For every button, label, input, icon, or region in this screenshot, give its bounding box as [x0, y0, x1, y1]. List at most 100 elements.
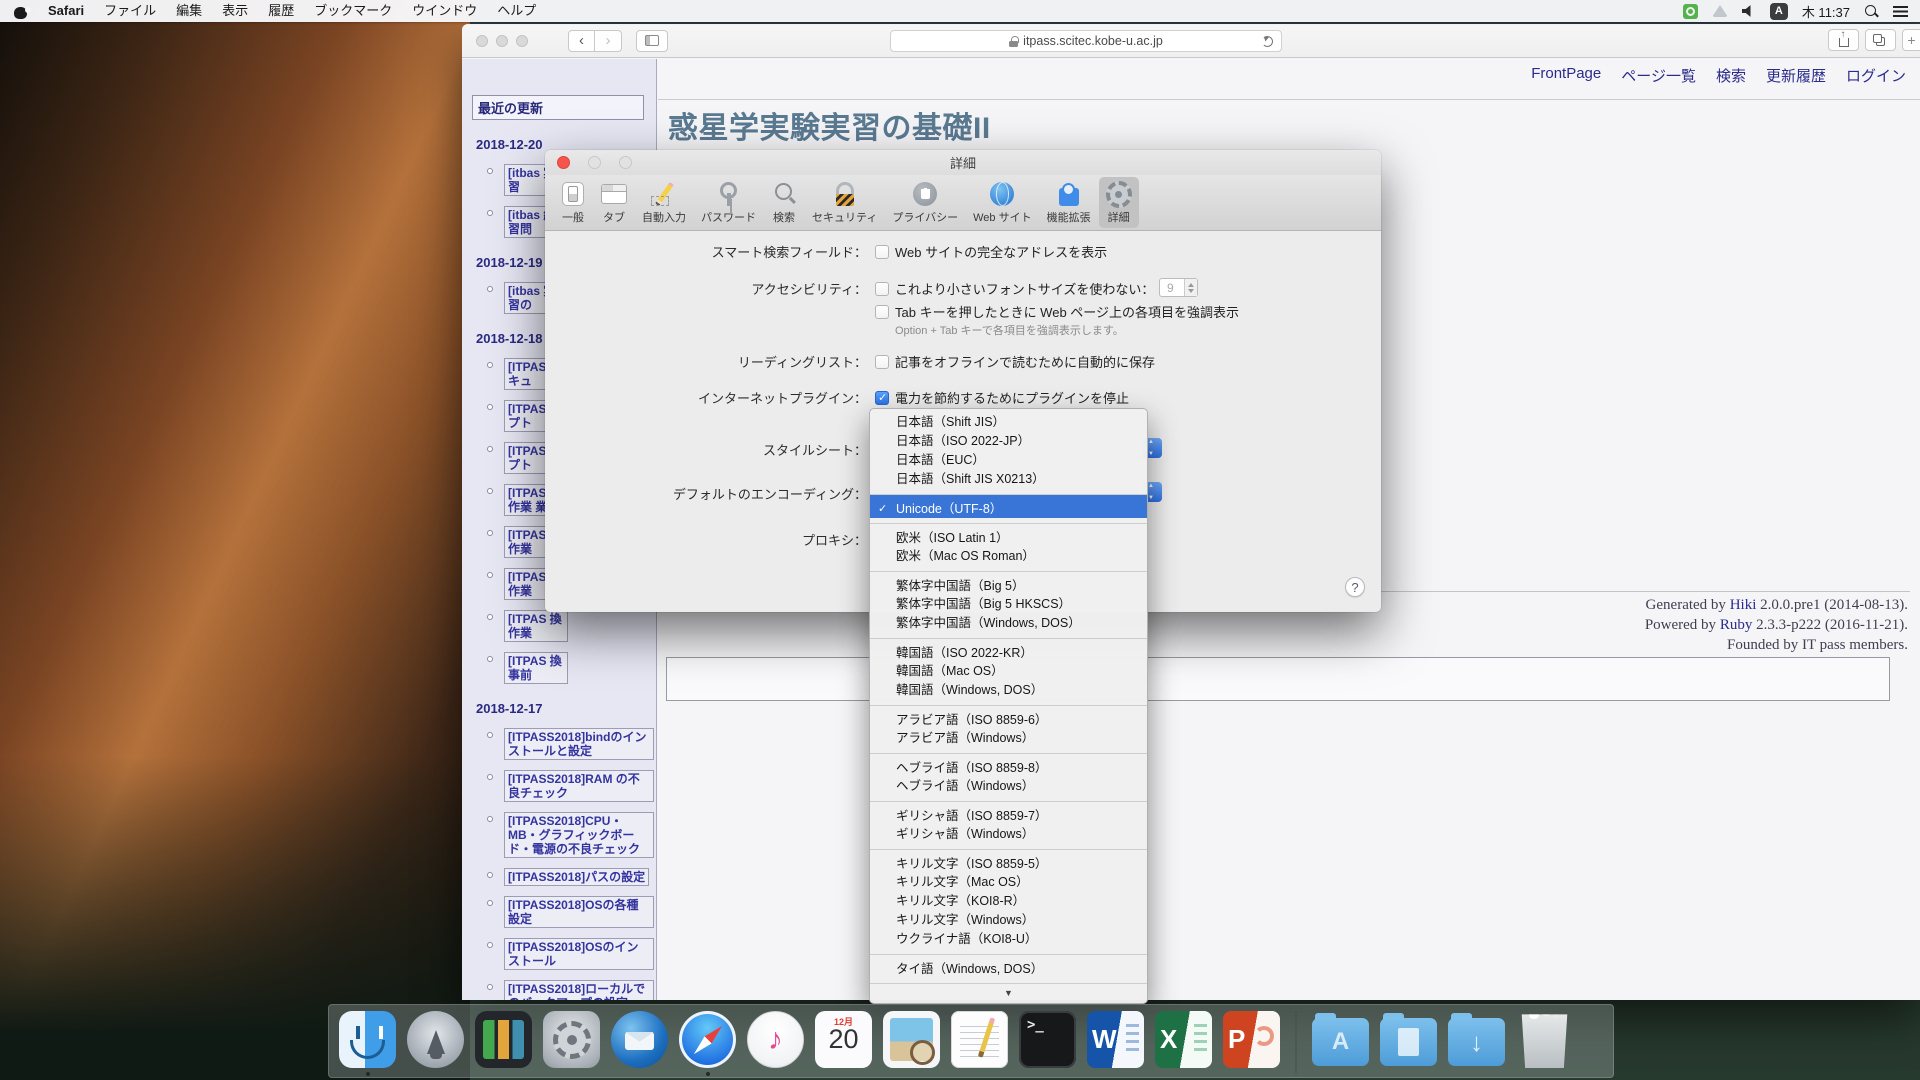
- encoding-menu-item[interactable]: ギリシャ語（ISO 8859-7）: [870, 801, 1147, 825]
- media-panels-app-dock-icon[interactable]: [475, 1011, 532, 1068]
- sidebar-entry[interactable]: [ITPASS2018]CPU・MB・グラフィックボード・電源の不良チェック: [504, 812, 654, 858]
- page-nav-link[interactable]: FrontPage: [1531, 65, 1601, 86]
- pref-tab-extensions[interactable]: 機能拡張: [1040, 177, 1098, 228]
- smart-search-checkbox[interactable]: [875, 245, 889, 259]
- sidebar-entry[interactable]: [ITPASS2018]パスの設定: [504, 868, 654, 886]
- encoding-menu-item[interactable]: 欧米（Mac OS Roman）: [870, 547, 1147, 566]
- sidebar-entry[interactable]: [ITPAS 換作業: [504, 610, 654, 642]
- itunes-dock-icon[interactable]: [747, 1011, 804, 1068]
- encoding-menu-item[interactable]: 繁体字中国語（Big 5）: [870, 571, 1147, 595]
- menu-bar-item[interactable]: 編集: [166, 0, 212, 22]
- encoding-menu-item[interactable]: 繁体字中国語（Windows, DOS）: [870, 614, 1147, 633]
- sidebar-entry[interactable]: [ITPAS 換事前: [504, 652, 654, 684]
- dialog-zoom-button[interactable]: [619, 156, 632, 169]
- wifi-icon[interactable]: [1712, 5, 1728, 17]
- encoding-menu-item[interactable]: Unicode（UTF-8）: [870, 494, 1147, 518]
- pref-tab-general[interactable]: 一般: [553, 177, 593, 228]
- tab-highlight-checkbox[interactable]: [875, 305, 889, 319]
- finder-dock-icon[interactable]: [339, 1011, 396, 1068]
- sidebar-entry[interactable]: [ITPASS2018]RAM の不良チェック: [504, 770, 654, 802]
- new-tab-button[interactable]: +: [1902, 29, 1920, 51]
- pref-tab-websites[interactable]: Web サイト: [966, 177, 1038, 228]
- applications-folder-dock-icon[interactable]: [1312, 1018, 1369, 1066]
- terminal-dock-icon[interactable]: [1019, 1011, 1076, 1068]
- menu-bar-item[interactable]: 表示: [212, 0, 258, 22]
- green-status-icon[interactable]: [1683, 4, 1698, 19]
- encoding-menu-item[interactable]: キリル文字（ISO 8859-5）: [870, 849, 1147, 873]
- system-preferences-dock-icon[interactable]: [543, 1011, 600, 1068]
- window-close-button[interactable]: [476, 35, 488, 47]
- notification-center-icon[interactable]: [1893, 6, 1908, 17]
- encoding-menu-item[interactable]: 欧米（ISO Latin 1）: [870, 523, 1147, 547]
- sidebar-entry[interactable]: [ITPASS2018]bindのインストールと設定: [504, 728, 654, 760]
- encoding-menu-item[interactable]: アラビア語（ISO 8859-6）: [870, 705, 1147, 729]
- menu-bar-clock[interactable]: 木 11:37: [1802, 2, 1850, 21]
- dialog-close-button[interactable]: [557, 156, 570, 169]
- encoding-menu-item[interactable]: ヘブライ語（Windows）: [870, 777, 1147, 796]
- window-minimize-button[interactable]: [496, 35, 508, 47]
- pref-tab-passwords[interactable]: パスワード: [694, 177, 763, 228]
- apple-menu-icon[interactable]: [14, 4, 28, 19]
- page-nav-link[interactable]: ページ一覧: [1621, 65, 1696, 86]
- menu-bar-item[interactable]: ブックマーク: [304, 0, 402, 22]
- pref-tab-autofill[interactable]: 自動入力: [635, 177, 693, 228]
- page-nav-link[interactable]: ログイン: [1846, 65, 1906, 86]
- menu-bar-item[interactable]: Safari: [38, 0, 94, 22]
- safari-dock-icon[interactable]: [679, 1011, 736, 1068]
- hiki-link[interactable]: Hiki: [1730, 597, 1757, 613]
- preview-dock-icon[interactable]: [883, 1011, 940, 1068]
- encoding-menu-item[interactable]: ヘブライ語（ISO 8859-8）: [870, 753, 1147, 777]
- sidebar-button[interactable]: [636, 30, 668, 52]
- encoding-menu-item[interactable]: 繁体字中国語（Big 5 HKSCS）: [870, 595, 1147, 614]
- pref-tab-security[interactable]: セキュリティ: [805, 177, 884, 228]
- word-dock-icon[interactable]: W: [1087, 1011, 1144, 1068]
- pref-tab-advanced[interactable]: 詳細: [1099, 177, 1139, 228]
- menu-bar-item[interactable]: ファイル: [94, 0, 166, 22]
- encoding-menu-item[interactable]: キリル文字（Mac OS）: [870, 873, 1147, 892]
- sidebar-entry[interactable]: [ITPASS2018]ローカルでのバックアップの設定: [504, 980, 654, 1000]
- page-nav-link[interactable]: 更新履歴: [1766, 65, 1826, 86]
- encoding-menu-item[interactable]: アラビア語（Windows）: [870, 729, 1147, 748]
- ruby-link[interactable]: Ruby: [1720, 617, 1753, 633]
- sidebar-entry[interactable]: [ITPASS2018]OSの各種設定: [504, 896, 654, 928]
- forward-button[interactable]: ›: [595, 30, 622, 52]
- menu-scroll-down-icon[interactable]: ▼: [870, 983, 1147, 999]
- window-zoom-button[interactable]: [516, 35, 528, 47]
- textedit-dock-icon[interactable]: [951, 1011, 1008, 1068]
- encoding-menu-item[interactable]: ウクライナ語（KOI8-U）: [870, 930, 1147, 949]
- encoding-menu-item[interactable]: 韓国語（Mac OS）: [870, 662, 1147, 681]
- pref-tab-search[interactable]: 検索: [764, 177, 804, 228]
- share-button[interactable]: [1828, 29, 1859, 51]
- trash-dock-icon[interactable]: [1516, 1011, 1573, 1068]
- calendar-dock-icon[interactable]: 12月 20: [815, 1011, 872, 1068]
- encoding-menu-item[interactable]: 日本語（EUC）: [870, 451, 1147, 470]
- encoding-menu-item[interactable]: ギリシャ語（Windows）: [870, 825, 1147, 844]
- menu-bar-item[interactable]: ウインドウ: [402, 0, 487, 22]
- encoding-menu-item[interactable]: 韓国語（Windows, DOS）: [870, 681, 1147, 700]
- encoding-menu-item[interactable]: 日本語（Shift JIS）: [870, 413, 1147, 432]
- reload-icon[interactable]: [1262, 36, 1273, 47]
- thunderbird-dock-icon[interactable]: [611, 1011, 668, 1068]
- volume-icon[interactable]: [1742, 5, 1756, 18]
- min-font-size-checkbox[interactable]: [875, 282, 889, 296]
- tab-overview-button[interactable]: [1865, 29, 1896, 51]
- menu-bar-item[interactable]: ヘルプ: [487, 0, 546, 22]
- pref-tab-tabs[interactable]: タブ: [594, 177, 634, 228]
- encoding-menu-item[interactable]: タイ語（Windows, DOS）: [870, 954, 1147, 978]
- documents-folder-dock-icon[interactable]: [1380, 1018, 1437, 1066]
- encoding-menu-item[interactable]: 日本語（Shift JIS X0213）: [870, 470, 1147, 489]
- input-source-icon[interactable]: A: [1770, 3, 1788, 20]
- reading-list-checkbox[interactable]: [875, 355, 889, 369]
- sidebar-entry[interactable]: [ITPASS2018]OSのインストール: [504, 938, 654, 970]
- plugins-checkbox[interactable]: [875, 391, 889, 405]
- help-button[interactable]: ?: [1345, 577, 1365, 597]
- excel-dock-icon[interactable]: X: [1155, 1011, 1212, 1068]
- dialog-minimize-button[interactable]: [588, 156, 601, 169]
- page-nav-link[interactable]: 検索: [1716, 65, 1746, 86]
- font-size-select[interactable]: 9: [1159, 278, 1198, 297]
- back-button[interactable]: ‹: [568, 30, 595, 52]
- encoding-menu-item[interactable]: キリル文字（Windows）: [870, 911, 1147, 930]
- menu-bar-item[interactable]: 履歴: [258, 0, 304, 22]
- address-bar[interactable]: itpass.scitec.kobe-u.ac.jp: [890, 30, 1282, 52]
- encoding-menu-item[interactable]: 日本語（ISO 2022-JP）: [870, 432, 1147, 451]
